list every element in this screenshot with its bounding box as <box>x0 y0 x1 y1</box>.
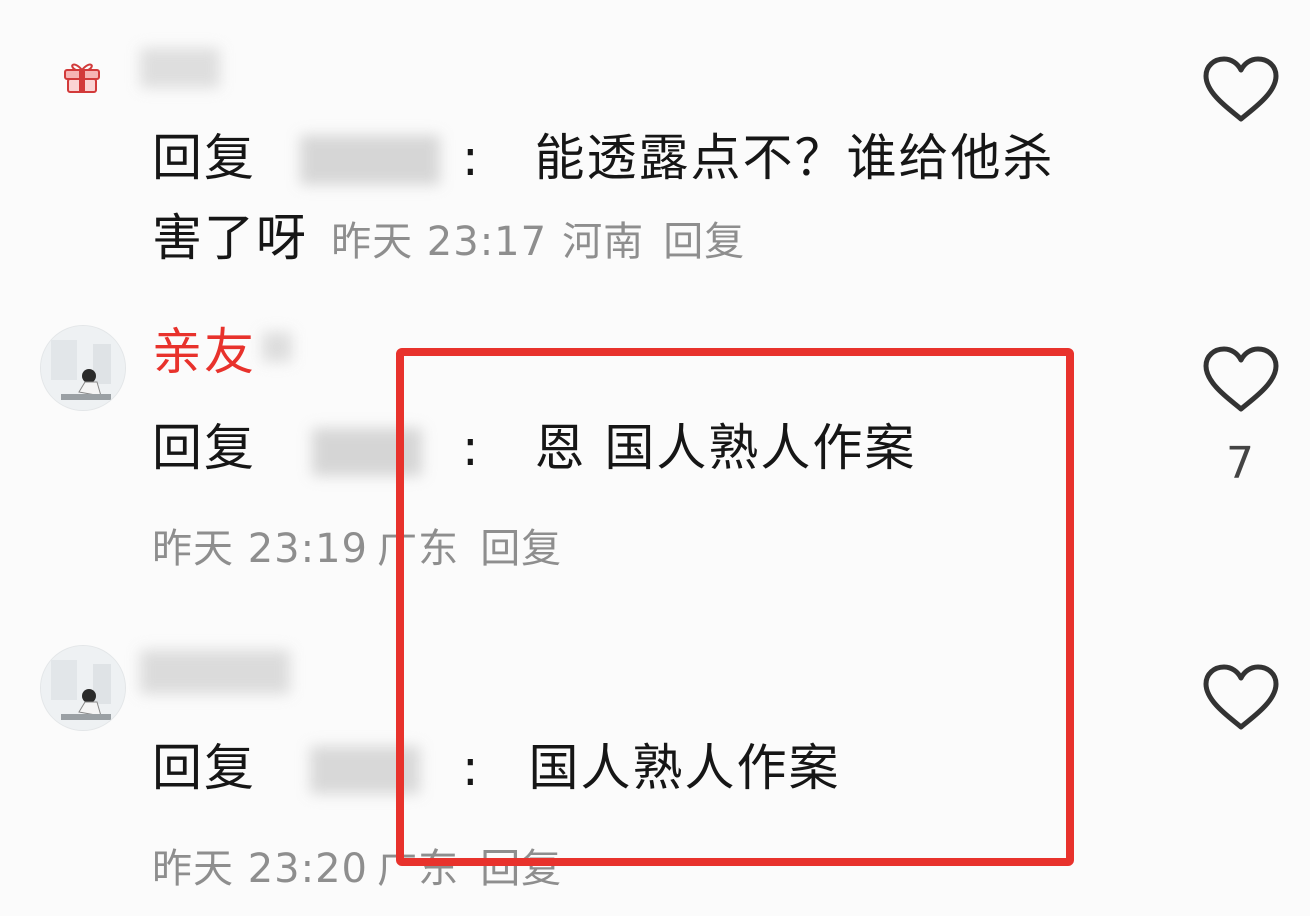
username-blurred <box>262 332 292 362</box>
heart-outline-icon <box>1203 664 1279 730</box>
heart-outline-icon <box>1203 346 1279 412</box>
like-count: 7 <box>1226 438 1254 489</box>
comment-text: 能透露点不？谁给他杀 <box>534 129 1055 187</box>
reply-prefix: 回复 <box>152 129 256 187</box>
comment-1-line1: 回复 : 能透露点不？谁给他杀 <box>152 118 1054 198</box>
like-button[interactable] <box>1202 664 1280 732</box>
like-button[interactable] <box>1202 56 1280 124</box>
username-blurred <box>140 48 220 88</box>
like-button[interactable] <box>1202 346 1280 414</box>
avatar-photo <box>41 646 125 730</box>
comment-location: 河南 <box>562 219 645 265</box>
heart-outline-icon <box>1203 56 1279 122</box>
avatar[interactable] <box>40 325 126 411</box>
reply-button[interactable]: 回复 <box>663 219 745 265</box>
comment-text-cont: 害了呀 <box>152 209 308 267</box>
reply-prefix: 回复 <box>152 419 256 477</box>
comment-time: 昨天 23:17 <box>331 219 548 265</box>
comment-time: 昨天 23:20 <box>152 846 368 892</box>
gift-icon <box>62 58 102 94</box>
reply-separator: : <box>461 129 481 187</box>
reply-prefix: 回复 <box>152 739 256 797</box>
reply-target-blurred <box>300 135 440 185</box>
comment-time: 昨天 23:19 <box>152 526 368 572</box>
username[interactable]: 亲友 <box>152 322 256 382</box>
avatar-photo <box>41 326 125 410</box>
highlight-frame <box>396 348 1074 866</box>
avatar[interactable] <box>40 645 126 731</box>
comment-1-line2: 害了呀 昨天 23:17 河南 回复 <box>152 198 745 278</box>
username-blurred <box>140 650 290 694</box>
